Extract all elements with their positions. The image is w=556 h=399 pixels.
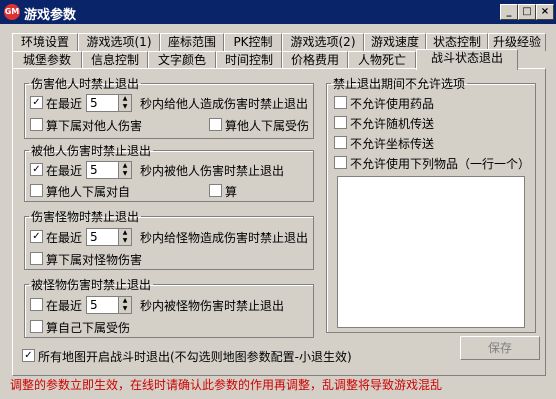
close-button[interactable]: ×	[536, 4, 554, 20]
tab-castle[interactable]: 城堡参数	[12, 51, 82, 69]
minimize-button[interactable]: _	[500, 4, 518, 20]
suffix-label: 秒内给他人造成伤害时禁止退出	[140, 97, 309, 111]
option-b-checkbox[interactable]	[209, 184, 222, 197]
no-coord-teleport-label: 不允许坐标传送	[350, 137, 435, 151]
sub-damage-checkbox[interactable]	[30, 118, 43, 131]
save-button[interactable]: 保存	[460, 336, 540, 360]
self-sub-hurt-label: 算自己下属受伤	[46, 321, 131, 335]
suffix-label: 秒内给怪物造成伤害时禁止退出	[140, 231, 309, 245]
recent-checkbox-3[interactable]: ✓	[30, 230, 43, 243]
window-title: 游戏参数	[24, 8, 77, 23]
seconds-spinner-1[interactable]: 5 ▲ ▼	[86, 94, 132, 112]
recent-label: 在最近	[46, 164, 83, 178]
tab-time[interactable]: 时间控制	[216, 51, 282, 69]
spinner-value: 5	[90, 163, 98, 177]
group-title: 伤害他人时禁止退出	[31, 77, 140, 91]
no-coord-teleport-checkbox[interactable]	[334, 136, 347, 149]
no-items-label: 不允许使用下列物品（一行一个）	[350, 157, 531, 171]
spinner-value: 5	[90, 298, 98, 312]
sub-monster-damage-checkbox[interactable]	[30, 252, 43, 265]
tab-pk[interactable]: PK控制	[224, 33, 282, 51]
tab-death[interactable]: 人物死亡	[348, 51, 416, 69]
recent-checkbox-1[interactable]: ✓	[30, 96, 43, 109]
items-textarea[interactable]	[337, 176, 525, 328]
group-title: 被怪物伤害时禁止退出	[31, 278, 152, 292]
all-maps-label: 所有地图开启战斗时退出(不勾选则地图参数配置-小退生效)	[38, 350, 352, 364]
spinner-value: 5	[90, 96, 98, 110]
others-sub-hurt-label: 算他人下属受伤	[225, 119, 310, 133]
tab-text-color[interactable]: 文字颜色	[148, 51, 216, 69]
sub-monster-damage-label: 算下属对怪物伤害	[46, 253, 143, 267]
others-sub-hurt-checkbox[interactable]	[209, 118, 222, 131]
no-potion-label: 不允许使用药品	[350, 97, 435, 111]
suffix-label: 秒内被他人伤害时禁止退出	[140, 164, 285, 178]
recent-label: 在最近	[46, 299, 83, 313]
tab-env[interactable]: 环境设置	[12, 33, 78, 51]
maximize-button[interactable]: □	[518, 4, 536, 20]
recent-checkbox-4[interactable]	[30, 298, 43, 311]
group-title: 伤害怪物时禁止退出	[31, 210, 140, 224]
spinner-arrows-icon[interactable]: ▲ ▼	[118, 162, 131, 178]
spinner-arrows-icon[interactable]: ▲ ▼	[118, 229, 131, 245]
tab-game-options-2[interactable]: 游戏选项(2)	[282, 33, 364, 51]
tab-coordinates[interactable]: 座标范围	[160, 33, 224, 51]
recent-label: 在最近	[46, 97, 83, 111]
recent-checkbox-2[interactable]: ✓	[30, 163, 43, 176]
seconds-spinner-3[interactable]: 5 ▲ ▼	[86, 228, 132, 246]
tab-game-options-1[interactable]: 游戏选项(1)	[78, 33, 160, 51]
all-maps-checkbox[interactable]: ✓	[22, 349, 35, 362]
tab-combat-exit[interactable]: 战斗状态退出	[416, 49, 518, 70]
tab-price[interactable]: 价格费用	[282, 51, 348, 69]
others-sub-damage-label: 算他人下属对自	[46, 185, 131, 199]
others-sub-damage-checkbox[interactable]	[30, 184, 43, 197]
spinner-value: 5	[90, 230, 98, 244]
sub-damage-label: 算下属对他人伤害	[46, 119, 143, 133]
no-random-teleport-checkbox[interactable]	[334, 116, 347, 129]
game-params-window: GM 游戏参数 _ □ × 环境设置 游戏选项(1) 座标范围 PK控制 游戏选…	[0, 0, 556, 399]
group-title: 禁止退出期间不允许选项	[333, 77, 466, 91]
title-bar: GM 游戏参数 _ □ ×	[0, 0, 556, 24]
seconds-spinner-4[interactable]: 5 ▲ ▼	[86, 296, 132, 314]
option-b-label: 算	[225, 185, 238, 199]
no-potion-checkbox[interactable]	[334, 96, 347, 109]
group-title: 被他人伤害时禁止退出	[31, 144, 152, 158]
recent-label: 在最近	[46, 231, 83, 245]
self-sub-hurt-checkbox[interactable]	[30, 320, 43, 333]
no-random-teleport-label: 不允许随机传送	[350, 117, 435, 131]
spinner-arrows-icon[interactable]: ▲ ▼	[118, 297, 131, 313]
app-icon: GM	[4, 4, 20, 20]
warning-text: 调整的参数立即生效，在线时请确认此参数的作用再调整，乱调整将导致游戏混乱	[10, 378, 443, 392]
seconds-spinner-2[interactable]: 5 ▲ ▼	[86, 161, 132, 179]
suffix-label: 秒内被怪物伤害时禁止退出	[140, 299, 285, 313]
tab-info[interactable]: 信息控制	[82, 51, 148, 69]
tab-row-2: 城堡参数 信息控制 文字颜色 时间控制 价格费用 人物死亡 战斗状态退出	[12, 49, 544, 70]
no-items-checkbox[interactable]	[334, 156, 347, 169]
spinner-arrows-icon[interactable]: ▲ ▼	[118, 95, 131, 111]
